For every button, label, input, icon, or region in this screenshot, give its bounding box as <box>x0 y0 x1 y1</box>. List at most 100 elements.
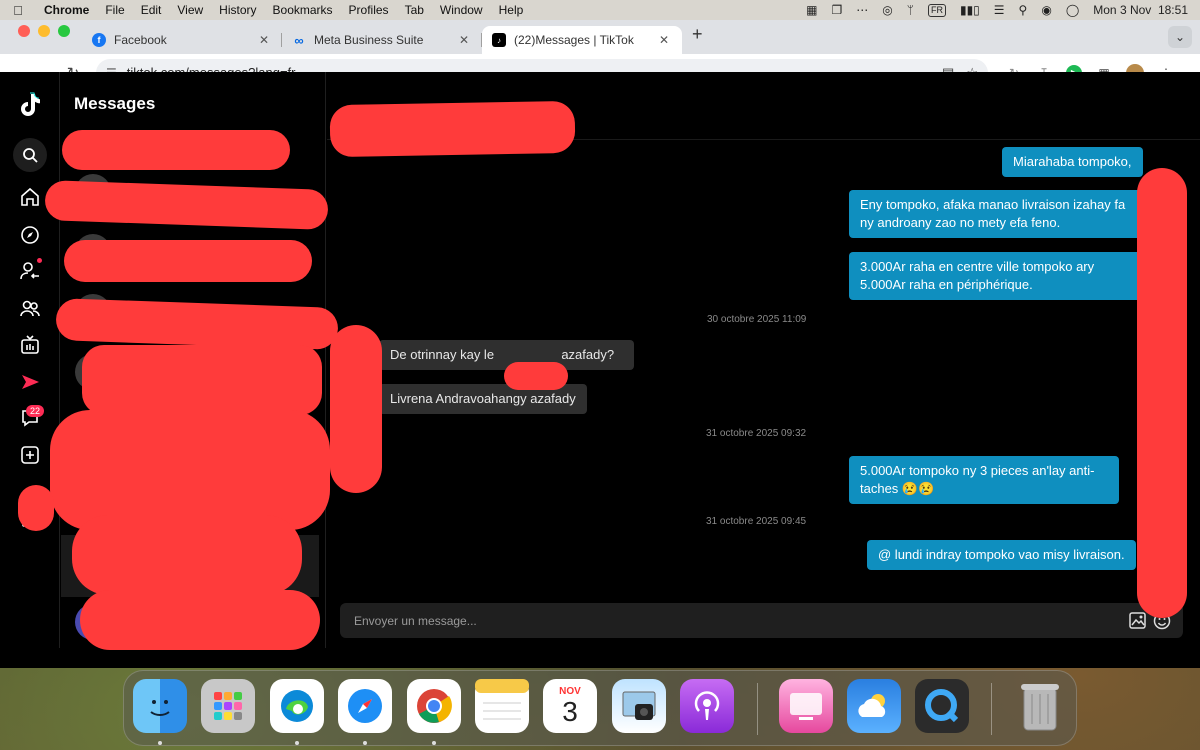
redaction-mark <box>72 515 302 595</box>
facebook-icon: f <box>92 33 106 47</box>
inbox-count-badge: 22 <box>26 405 45 417</box>
google-chrome-dock-icon[interactable] <box>407 679 461 733</box>
microsoft-edge-dock-icon[interactable] <box>270 679 324 733</box>
podcasts-dock-icon[interactable] <box>680 679 734 733</box>
message-outgoing: 3.000Ar raha en centre ville tompoko ary… <box>849 252 1147 300</box>
menu-help[interactable]: Help <box>491 3 532 17</box>
close-tab-icon[interactable]: ✕ <box>656 33 672 47</box>
menu-clock[interactable]: Mon 3 Nov 18:51 <box>1093 3 1188 17</box>
redaction-mark <box>62 130 290 170</box>
tab-title: Meta Business Suite <box>314 33 424 47</box>
timestamp: 30 octobre 2025 11:09 <box>707 314 807 325</box>
input-source-indicator[interactable]: FR <box>927 3 946 17</box>
tab-search-chevron-icon[interactable]: ⌄ <box>1168 26 1192 48</box>
meta-icon: ∞ <box>294 32 304 48</box>
safari-dock-icon[interactable] <box>338 679 392 733</box>
running-indicator <box>432 741 436 745</box>
explore-compass-icon[interactable] <box>17 222 43 248</box>
image-upload-icon[interactable] <box>1128 611 1147 630</box>
message-incoming: De otrinnay kay le azafady? <box>379 340 634 370</box>
redaction-mark <box>80 590 320 650</box>
send-paper-plane-icon[interactable] <box>17 369 43 395</box>
wifi-icon[interactable]: ☰ <box>994 3 1005 17</box>
redaction-mark <box>504 362 568 390</box>
message-input[interactable] <box>340 603 1100 638</box>
fingerprint-icon[interactable]: ◎ <box>882 3 892 17</box>
live-tv-icon[interactable] <box>17 332 43 358</box>
menu-edit[interactable]: Edit <box>133 3 170 17</box>
menu-history[interactable]: History <box>211 3 264 17</box>
bluetooth-icon[interactable]: ᛘ <box>907 3 914 17</box>
dock-separator <box>757 683 758 735</box>
message-outgoing: @ lundi indray tompoko vao misy livraiso… <box>867 540 1136 570</box>
menu-file[interactable]: File <box>97 3 132 17</box>
tab-tiktok-messages[interactable]: ♪ (22)Messages | TikTok ✕ <box>482 26 682 54</box>
menu-view[interactable]: View <box>169 3 211 17</box>
upload-plus-icon[interactable] <box>17 442 43 468</box>
running-indicator <box>295 741 299 745</box>
calendar-day: 3 <box>562 695 578 727</box>
tiktok-icon: ♪ <box>492 33 506 47</box>
screen-share-icon[interactable]: ▦ <box>806 3 817 17</box>
dock-separator <box>991 683 992 735</box>
tab-meta-business-suite[interactable]: ∞ Meta Business Suite ✕ <box>282 26 482 54</box>
timestamp: 31 octobre 2025 09:45 <box>706 516 807 527</box>
dictation-icon[interactable]: ⋯ <box>856 3 868 17</box>
menu-profiles[interactable]: Profiles <box>341 3 397 17</box>
message-outgoing: 5.000Ar tompoko ny 3 pieces an'lay anti-… <box>849 456 1119 504</box>
redaction-mark <box>64 240 312 282</box>
spotlight-search-icon[interactable]: ⚲ <box>1019 3 1028 17</box>
close-tab-icon[interactable]: ✕ <box>456 33 472 47</box>
following-notification-dot <box>37 258 42 263</box>
running-indicator <box>158 741 162 745</box>
macos-menu-bar:  Chrome File Edit View History Bookmark… <box>0 0 1200 20</box>
tab-title: Facebook <box>114 33 167 47</box>
timestamp: 31 octobre 2025 09:32 <box>706 428 807 439</box>
close-tab-icon[interactable]: ✕ <box>256 33 272 47</box>
friends-icon[interactable] <box>17 295 43 321</box>
apple-menu-icon[interactable]:  <box>0 3 36 18</box>
message-outgoing: Eny tompoko, afaka manao livraison izaha… <box>849 190 1147 238</box>
redaction-mark <box>50 410 330 530</box>
left-nav-rail: 22 <box>0 72 60 648</box>
window-icon[interactable]: ❐ <box>832 3 843 17</box>
preview-dock-icon[interactable] <box>612 679 666 733</box>
message-composer <box>340 603 1183 638</box>
weather-dock-icon[interactable] <box>847 679 901 733</box>
notes-dock-icon[interactable] <box>475 679 529 733</box>
tab-facebook[interactable]: f Facebook ✕ <box>82 26 282 54</box>
macos-dock: NOV 3 <box>123 670 1077 746</box>
menu-window[interactable]: Window <box>432 3 491 17</box>
home-icon[interactable] <box>17 184 43 210</box>
menu-bookmarks[interactable]: Bookmarks <box>265 3 341 17</box>
menu-tab[interactable]: Tab <box>397 3 432 17</box>
quicktime-dock-icon[interactable] <box>915 679 969 733</box>
message-text-before: De otrinnay kay le <box>390 347 495 362</box>
launchpad-dock-icon[interactable] <box>201 679 255 733</box>
tiktok-logo-icon[interactable] <box>17 92 43 118</box>
search-icon[interactable] <box>13 138 47 172</box>
siri-icon[interactable]: ◯ <box>1066 3 1079 17</box>
menu-app-name[interactable]: Chrome <box>36 3 97 17</box>
trash-dock-icon[interactable] <box>1013 679 1067 733</box>
redaction-mark <box>330 325 382 493</box>
control-center-icon[interactable]: ◉ <box>1041 3 1051 17</box>
redaction-mark <box>329 100 576 158</box>
calendar-month: NOV <box>559 685 581 697</box>
finder-dock-icon[interactable] <box>133 679 187 733</box>
running-indicator <box>363 741 367 745</box>
close-window-button[interactable] <box>18 25 30 37</box>
chat-panel: Miarahaba tompoko, Eny tompoko, afaka ma… <box>327 72 1200 648</box>
minimize-window-button[interactable] <box>38 25 50 37</box>
new-tab-button[interactable]: + <box>682 24 713 50</box>
message-outgoing: Miarahaba tompoko, <box>1002 147 1143 177</box>
redaction-mark <box>1137 168 1187 618</box>
battery-icon[interactable]: ▮▮▯ <box>960 3 980 17</box>
zoom-window-button[interactable] <box>58 25 70 37</box>
calendar-dock-icon[interactable]: NOV 3 <box>543 679 597 733</box>
redaction-mark <box>18 485 54 531</box>
window-controls <box>0 25 82 49</box>
redaction-mark <box>82 345 322 415</box>
cleanmymac-dock-icon[interactable] <box>779 679 833 733</box>
tab-strip: f Facebook ✕ ∞ Meta Business Suite ✕ ♪ (… <box>0 20 1200 54</box>
